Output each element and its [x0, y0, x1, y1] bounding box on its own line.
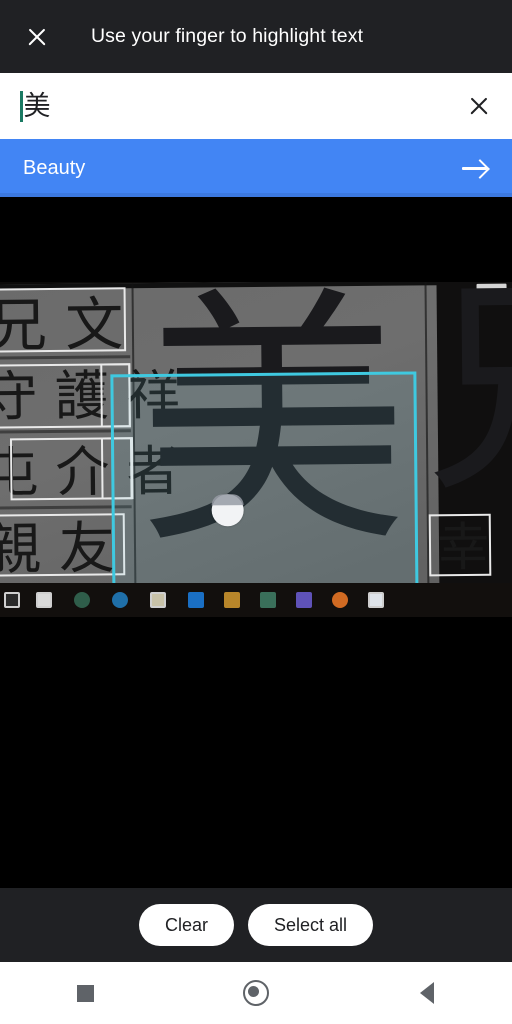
selection-handle[interactable]: [211, 494, 244, 527]
translation-suggestion-row[interactable]: Beauty: [0, 139, 512, 197]
arrow-right-icon[interactable]: [462, 155, 488, 181]
translation-text: Beauty: [23, 156, 86, 179]
close-button[interactable]: [0, 0, 73, 73]
text-caret: [20, 90, 23, 122]
app-icon-1: [4, 592, 20, 608]
query-input[interactable]: 美: [0, 73, 446, 139]
back-button[interactable]: [395, 962, 459, 1024]
select-all-button[interactable]: Select all: [247, 904, 374, 946]
text-selection-box[interactable]: [110, 371, 420, 617]
system-navigation-bar: [0, 962, 512, 1024]
app-icon-6: [188, 592, 204, 608]
captured-photo: 兄 文 守 護 祥 屯 介 者 親 友 美 兄 幸: [0, 282, 512, 617]
clear-query-button[interactable]: [446, 73, 512, 139]
app-icon-9: [296, 592, 312, 608]
page-title: Use your finger to highlight text: [91, 25, 364, 47]
recents-square-icon: [76, 984, 94, 1002]
lens-translate-screen: Use your finger to highlight text 美 Beau…: [0, 0, 512, 1024]
photographed-taskbar: [0, 583, 512, 617]
back-triangle-icon: [419, 982, 434, 1004]
query-value: 美: [23, 90, 51, 122]
app-top-bar: Use your finger to highlight text: [0, 0, 512, 73]
action-bar: Clear Select all: [0, 888, 512, 962]
query-field[interactable]: 美: [0, 73, 512, 139]
capture-viewport[interactable]: 兄 文 守 護 祥 屯 介 者 親 友 美 兄 幸: [0, 197, 512, 888]
app-icon-8: [260, 592, 276, 608]
app-icon-4: [112, 592, 128, 608]
recents-button[interactable]: [53, 962, 117, 1024]
app-icon-5: [150, 592, 166, 608]
close-icon: [468, 95, 490, 117]
home-circle-icon: [242, 980, 269, 1006]
home-button[interactable]: [224, 962, 288, 1024]
app-icon-3: [74, 592, 90, 608]
app-icon-10: [332, 592, 348, 608]
app-icon-7: [224, 592, 240, 608]
ocr-box[interactable]: [0, 287, 127, 353]
ocr-box[interactable]: [0, 513, 126, 577]
clear-button[interactable]: Clear: [138, 904, 234, 946]
app-icon-11: [368, 592, 384, 608]
photo-character-right: 兄: [424, 282, 512, 507]
app-icon-2: [36, 592, 52, 608]
close-icon: [26, 26, 48, 48]
photographed-screen: 兄 文 守 護 祥 屯 介 者 親 友 美 兄 幸: [0, 282, 512, 617]
ocr-box[interactable]: [428, 513, 492, 577]
